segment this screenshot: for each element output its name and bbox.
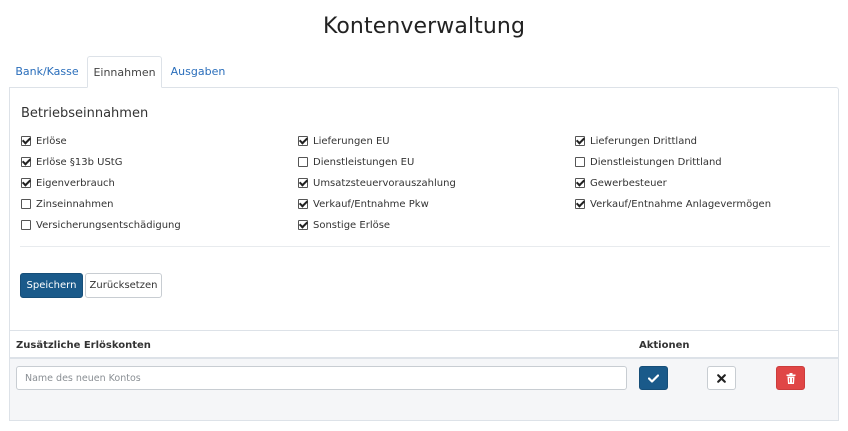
reset-button[interactable]: Zurücksetzen	[85, 273, 162, 298]
checkbox-label: Dienstleistungen EU	[313, 156, 415, 168]
checkbox-lieferungen-drittland[interactable]: Lieferungen Drittland	[575, 134, 697, 148]
income-panel: Betriebseinnahmen Erlöse Erlöse §13b USt…	[9, 87, 839, 331]
checkbox-label: Verkauf/Entnahme Anlagevermögen	[590, 198, 772, 210]
checkbox-label: Erlöse	[36, 135, 67, 147]
column-header-actions: Aktionen	[639, 340, 690, 351]
checkbox-box[interactable]	[298, 136, 308, 146]
checkbox-box[interactable]	[575, 199, 585, 209]
checkbox-box[interactable]	[575, 178, 585, 188]
times-icon	[717, 373, 726, 383]
checkbox-lieferungen-eu[interactable]: Lieferungen EU	[298, 134, 390, 148]
checkbox-label: Sonstige Erlöse	[313, 219, 391, 231]
additional-accounts-table: Zusätzliche Erlöskonten Aktionen	[9, 330, 839, 421]
column-header-accounts: Zusätzliche Erlöskonten	[16, 340, 151, 351]
checkbox-label: Lieferungen Drittland	[590, 135, 698, 147]
checkbox-verkauf-entnahme-pkw[interactable]: Verkauf/Entnahme Pkw	[298, 197, 429, 211]
divider	[20, 246, 830, 247]
checkbox-label: Versicherungsentschädigung	[36, 219, 181, 231]
tab-einnahmen[interactable]: Einnahmen	[87, 56, 162, 88]
checkbox-label: Verkauf/Entnahme Pkw	[313, 198, 429, 210]
checkbox-zinseinnahmen[interactable]: Zinseinnahmen	[21, 197, 113, 211]
checkbox-box[interactable]	[575, 157, 585, 167]
check-icon	[648, 373, 659, 383]
delete-button[interactable]	[776, 366, 805, 390]
checkbox-dienstleistungen-eu[interactable]: Dienstleistungen EU	[298, 155, 414, 169]
checkbox-gewerbesteuer[interactable]: Gewerbesteuer	[575, 176, 667, 190]
tab-bar: Bank/Kasse Einnahmen Ausgaben	[9, 56, 839, 88]
checkbox-box[interactable]	[21, 199, 31, 209]
checkbox-label: Dienstleistungen Drittland	[590, 156, 722, 168]
checkbox-label: Gewerbesteuer	[590, 177, 667, 189]
checkbox-box[interactable]	[575, 136, 585, 146]
checkbox-sonstige-erloese[interactable]: Sonstige Erlöse	[298, 218, 390, 232]
confirm-button[interactable]	[639, 366, 668, 390]
tab-bank-kasse[interactable]: Bank/Kasse	[9, 56, 85, 88]
checkbox-versicherungsentschaedigung[interactable]: Versicherungsentschädigung	[21, 218, 181, 232]
table-header: Zusätzliche Erlöskonten Aktionen	[10, 331, 838, 359]
checkbox-box[interactable]	[298, 199, 308, 209]
save-button[interactable]: Speichern	[20, 273, 83, 298]
checkbox-eigenverbrauch[interactable]: Eigenverbrauch	[21, 176, 115, 190]
checkbox-label: Lieferungen EU	[313, 135, 390, 147]
cancel-button[interactable]	[707, 366, 736, 390]
checkbox-verkauf-entnahme-anlagevermoegen[interactable]: Verkauf/Entnahme Anlagevermögen	[575, 197, 771, 211]
checkbox-umsatzsteuervorauszahlung[interactable]: Umsatzsteuervorauszahlung	[298, 176, 456, 190]
checkbox-box[interactable]	[298, 157, 308, 167]
checkbox-box[interactable]	[21, 178, 31, 188]
checkbox-label: Erlöse §13b UStG	[36, 156, 123, 168]
checkbox-box[interactable]	[298, 178, 308, 188]
tab-ausgaben[interactable]: Ausgaben	[165, 56, 231, 88]
checkbox-erloese[interactable]: Erlöse	[21, 134, 67, 148]
new-account-input[interactable]	[16, 366, 627, 390]
checkbox-erloese-13b[interactable]: Erlöse §13b UStG	[21, 155, 122, 169]
checkbox-dienstleistungen-drittland[interactable]: Dienstleistungen Drittland	[575, 155, 722, 169]
checkbox-box[interactable]	[21, 157, 31, 167]
checkbox-box[interactable]	[21, 136, 31, 146]
section-title: Betriebseinnahmen	[21, 106, 149, 121]
page-title: Kontenverwaltung	[322, 14, 526, 39]
checkbox-label: Zinseinnahmen	[36, 198, 114, 210]
trash-icon	[786, 372, 795, 384]
checkbox-label: Umsatzsteuervorauszahlung	[313, 177, 456, 189]
checkbox-box[interactable]	[298, 220, 308, 230]
checkbox-label: Eigenverbrauch	[36, 177, 115, 189]
checkbox-box[interactable]	[21, 220, 31, 230]
